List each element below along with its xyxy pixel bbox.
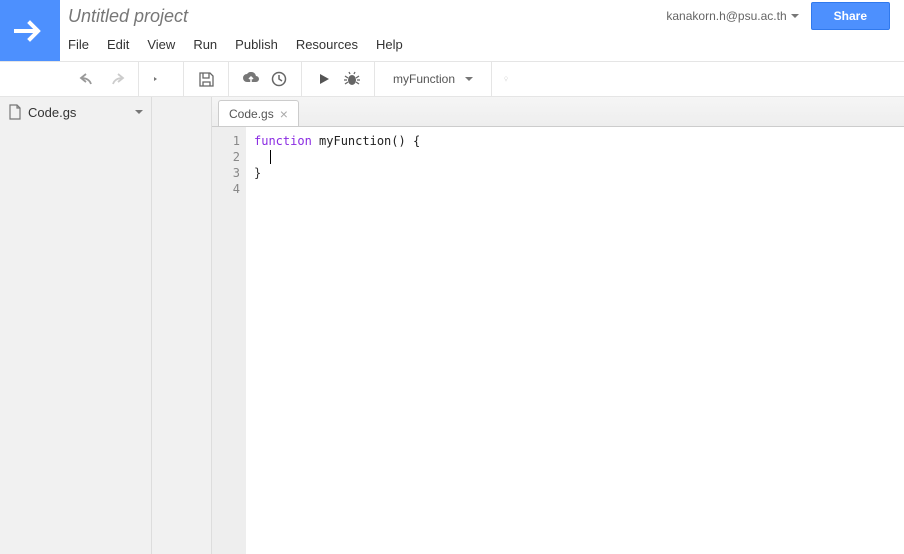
menu-help[interactable]: Help	[376, 37, 403, 52]
lightbulb-button[interactable]	[492, 65, 520, 93]
chevron-down-icon	[791, 14, 799, 18]
function-selector-label: myFunction	[393, 72, 455, 86]
chevron-down-icon	[465, 77, 473, 81]
menu-publish[interactable]: Publish	[235, 37, 278, 52]
save-button[interactable]	[192, 65, 220, 93]
function-selector[interactable]: myFunction	[375, 62, 492, 96]
sidebar-file-label: Code.gs	[28, 105, 76, 120]
text-cursor	[270, 150, 271, 164]
editor-tab[interactable]: Code.gs ×	[218, 100, 299, 126]
editor-gutter	[152, 97, 212, 554]
close-icon[interactable]: ×	[280, 106, 288, 122]
menu-view[interactable]: View	[147, 37, 175, 52]
app-logo[interactable]	[0, 0, 60, 61]
code-editor[interactable]: function myFunction() { }	[246, 127, 904, 554]
redo-button[interactable]	[102, 65, 130, 93]
file-sidebar: Code.gs	[0, 97, 152, 554]
user-email-dropdown[interactable]: kanakorn.h@psu.ac.th	[666, 9, 798, 23]
sidebar-file-item[interactable]: Code.gs	[0, 97, 151, 127]
indent-button[interactable]	[147, 65, 175, 93]
menu-edit[interactable]: Edit	[107, 37, 129, 52]
line-number-gutter: 1 2 3 4	[212, 127, 246, 554]
editor-tab-label: Code.gs	[229, 107, 274, 121]
share-button[interactable]: Share	[811, 2, 890, 30]
debug-button[interactable]	[338, 65, 366, 93]
file-icon	[8, 104, 22, 120]
menu-file[interactable]: File	[68, 37, 89, 52]
file-menu-chevron[interactable]	[135, 110, 143, 114]
editor-tab-strip: Code.gs ×	[212, 97, 904, 127]
deploy-button[interactable]	[237, 65, 265, 93]
menu-resources[interactable]: Resources	[296, 37, 358, 52]
undo-button[interactable]	[74, 65, 102, 93]
project-title[interactable]: Untitled project	[68, 6, 188, 27]
menu-run[interactable]: Run	[193, 37, 217, 52]
triggers-button[interactable]	[265, 65, 293, 93]
run-button[interactable]	[310, 65, 338, 93]
